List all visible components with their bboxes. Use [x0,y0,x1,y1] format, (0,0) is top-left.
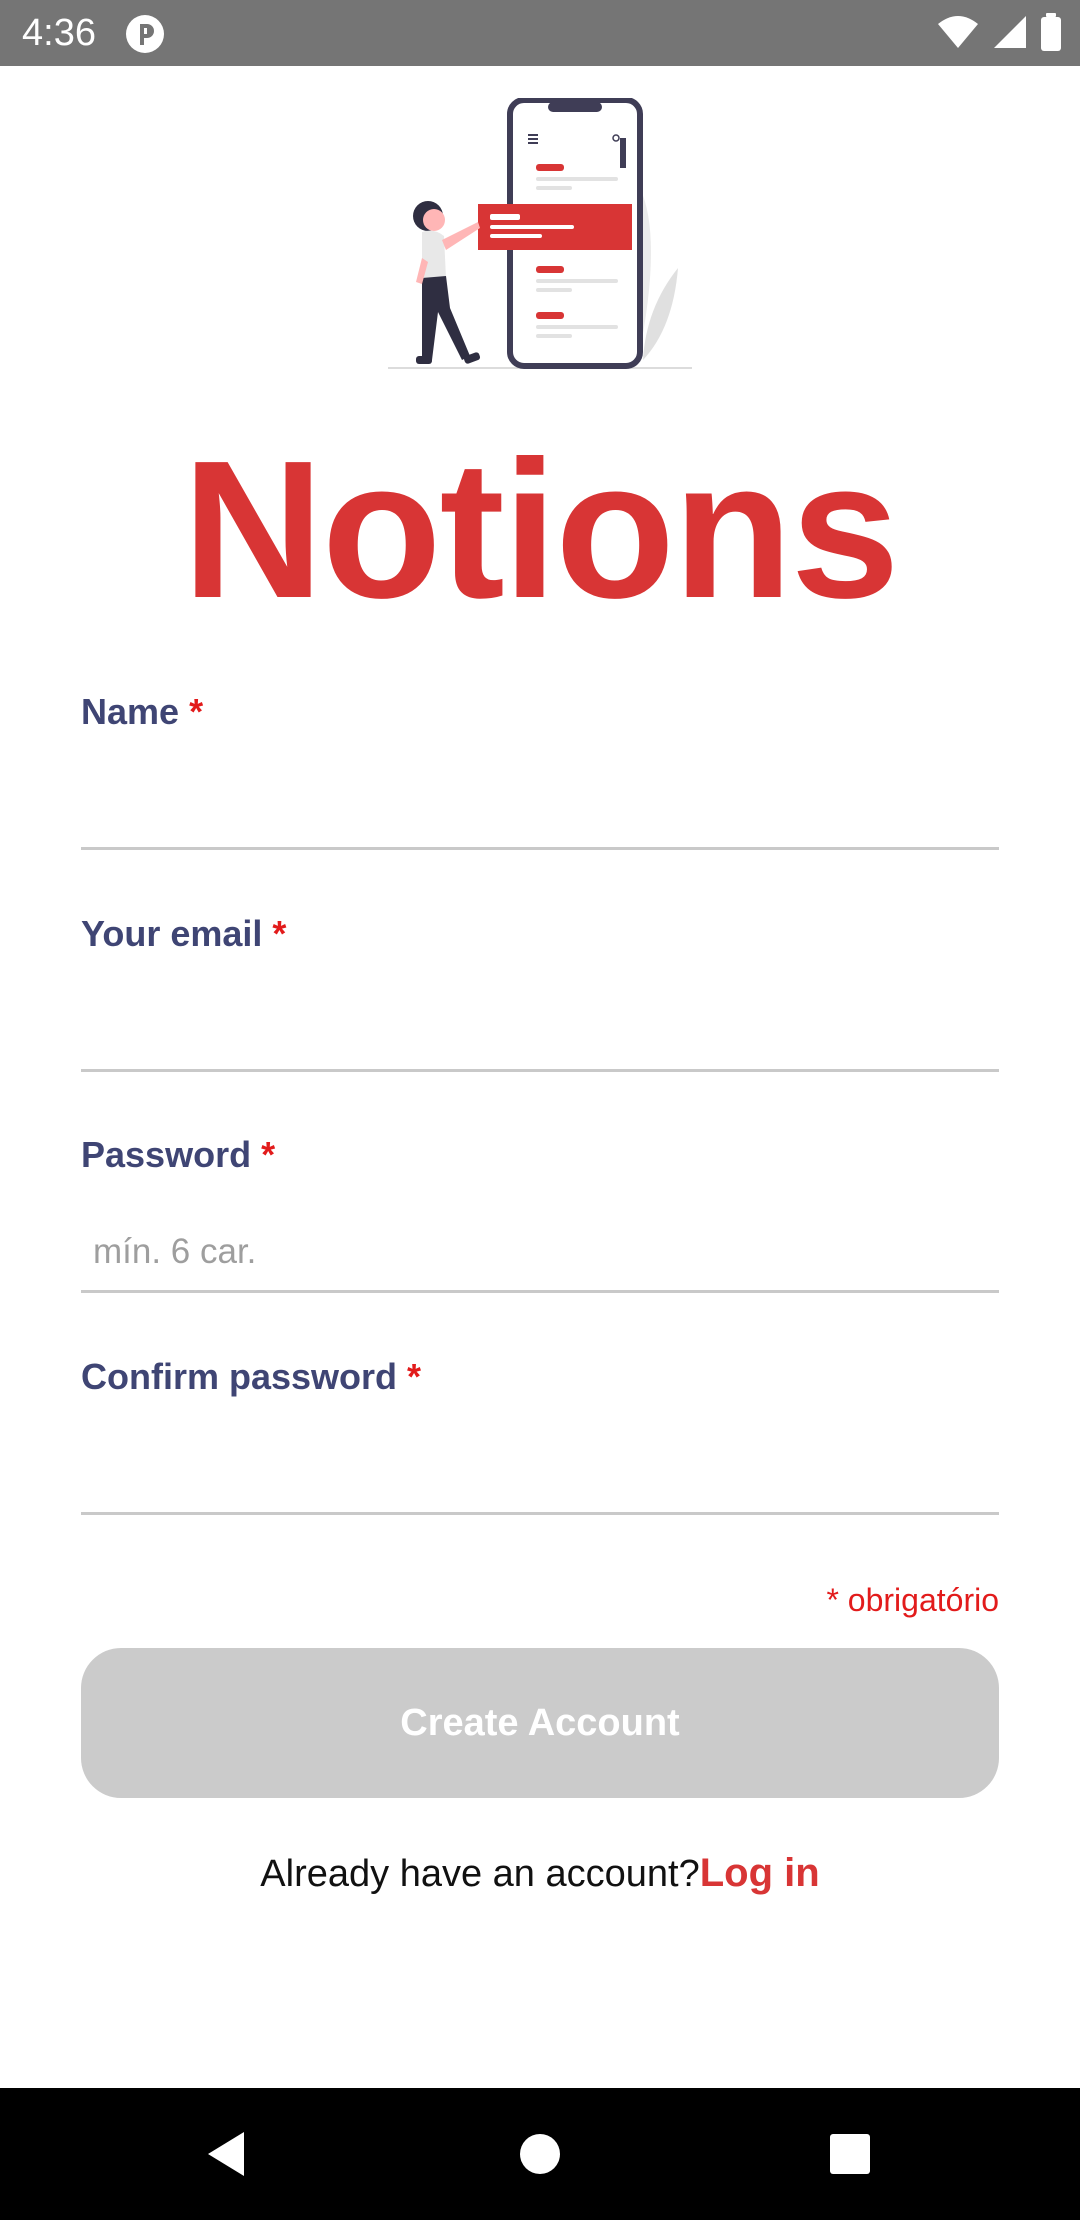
password-input[interactable] [81,1213,999,1293]
required-asterisk: * [189,691,204,732]
cell-signal-icon [992,14,1028,55]
app-notification-icon [125,14,165,54]
system-nav-bar [0,2088,1080,2220]
battery-icon [1040,12,1062,56]
required-asterisk: * [261,1134,276,1175]
email-input[interactable] [81,992,999,1072]
password-label-text: Password [81,1134,252,1175]
confirm-password-label-text: Confirm password [81,1356,398,1397]
email-field-group: Your email * [81,912,999,1072]
confirm-password-input[interactable] [81,1435,999,1515]
signup-illustration [388,97,692,372]
login-prompt-row: Already have an account?Log in [0,1848,1080,1899]
name-input[interactable] [81,770,999,850]
confirm-password-label: Confirm password * [81,1355,999,1399]
status-icons [936,12,1062,56]
name-label: Name * [81,690,999,734]
signup-screen: 4:36 Notions Name * Your email * Passwor… [0,0,1080,2220]
email-label-text: Your email [81,913,263,954]
status-bar: 4:36 [0,0,1080,66]
required-note: * obrigatório [826,1582,999,1618]
login-link[interactable]: Log in [700,1851,820,1895]
confirm-password-field-group: Confirm password * [81,1355,999,1515]
recents-icon[interactable] [820,2126,880,2182]
password-field-group: Password * [81,1133,999,1293]
name-label-text: Name [81,691,180,732]
login-prompt-text: Already have an account? [260,1853,700,1895]
back-icon[interactable] [196,2126,256,2182]
app-title: Notions [182,420,899,639]
password-label: Password * [81,1133,999,1177]
wifi-icon [936,14,980,55]
home-icon[interactable] [510,2126,570,2182]
status-time: 4:36 [22,12,96,54]
name-field-group: Name * [81,690,999,850]
create-account-button[interactable]: Create Account [81,1648,999,1798]
required-asterisk: * [407,1356,422,1397]
email-label: Your email * [81,912,999,956]
required-asterisk: * [272,913,287,954]
